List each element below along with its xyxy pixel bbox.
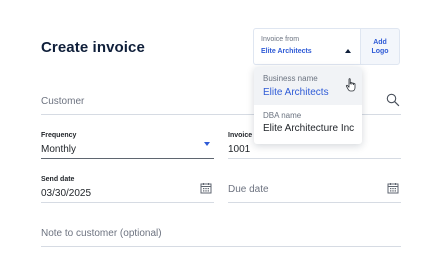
add-logo-label-line1: Add bbox=[373, 38, 387, 46]
invoice-from-label: Invoice from bbox=[261, 36, 300, 43]
frequency-label: Frequency bbox=[41, 132, 77, 139]
search-icon[interactable] bbox=[386, 93, 400, 107]
send-date-field[interactable]: 03/30/2025 bbox=[41, 188, 91, 199]
send-date-label: Send date bbox=[41, 176, 75, 183]
invoice-number-underline bbox=[228, 158, 401, 159]
add-logo-button[interactable]: Add Logo bbox=[360, 28, 400, 65]
customer-input[interactable]: Customer bbox=[41, 96, 84, 107]
calendar-icon[interactable] bbox=[200, 182, 212, 194]
due-date-underline bbox=[228, 202, 401, 203]
note-underline bbox=[41, 246, 401, 247]
chevron-down-icon[interactable] bbox=[204, 142, 210, 146]
page-title: Create invoice bbox=[41, 39, 145, 56]
create-invoice-page: Create invoice Invoice from Elite Archit… bbox=[0, 0, 446, 264]
calendar-icon[interactable] bbox=[387, 182, 399, 194]
option-value: Elite Architecture Inc bbox=[263, 123, 355, 134]
add-logo-label-line2: Logo bbox=[371, 47, 389, 55]
frequency-select[interactable]: Monthly bbox=[41, 144, 76, 155]
invoice-from-select[interactable]: Invoice from Elite Architects bbox=[253, 28, 361, 65]
option-value: Elite Architects bbox=[263, 87, 329, 98]
invoice-from-value: Elite Architects bbox=[261, 48, 312, 55]
note-to-customer-input[interactable]: Note to customer (optional) bbox=[41, 228, 162, 239]
dropdown-option-dba-name[interactable]: DBA name Elite Architecture Inc bbox=[254, 105, 362, 144]
hand-pointer-icon bbox=[345, 78, 356, 92]
option-label: DBA name bbox=[263, 111, 302, 120]
send-date-underline bbox=[41, 202, 214, 203]
chevron-up-icon bbox=[345, 49, 351, 53]
invoice-number-field[interactable]: 1001 bbox=[228, 144, 250, 155]
option-label: Business name bbox=[263, 74, 318, 83]
frequency-underline bbox=[41, 158, 214, 159]
due-date-field[interactable]: Due date bbox=[228, 184, 269, 195]
